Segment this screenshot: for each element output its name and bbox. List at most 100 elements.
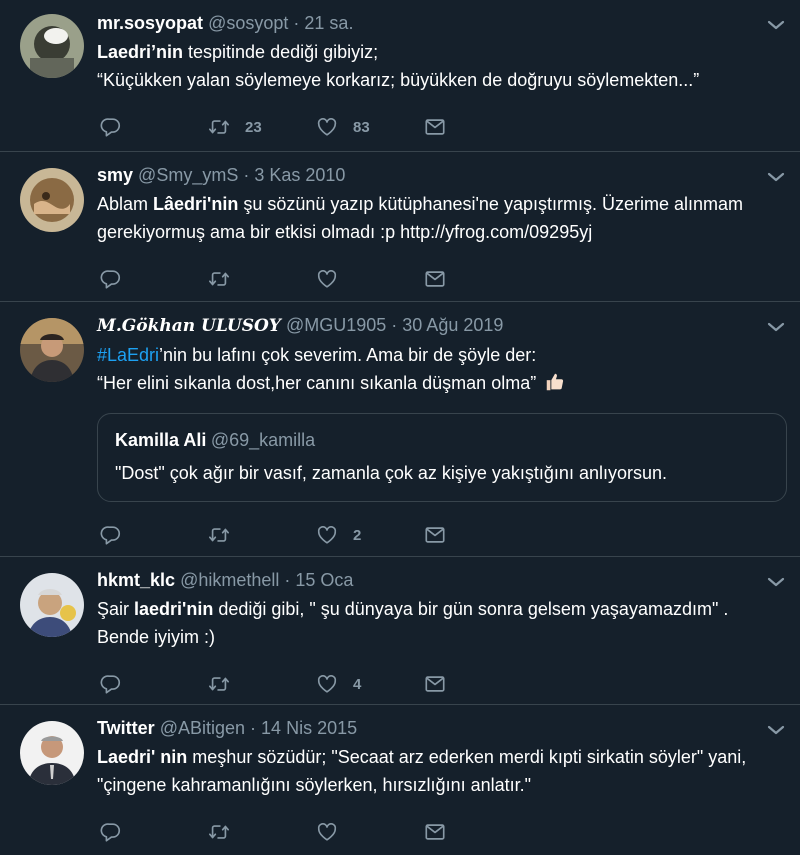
retweet-icon: [208, 116, 230, 138]
reply-button[interactable]: [100, 268, 208, 290]
chevron-down-icon[interactable]: [766, 723, 786, 737]
tweet[interactable]: smy @Smy_ymS · 3 Kas 2010 Ablam Lâedri'n…: [0, 152, 800, 302]
mention-bold: Lâedri'nin: [153, 194, 239, 214]
reply-button[interactable]: [100, 116, 208, 138]
like-icon: [316, 268, 338, 290]
like-button[interactable]: [316, 268, 424, 290]
chevron-down-icon[interactable]: [766, 170, 786, 184]
tweet[interactable]: mr.sosyopat @sosyopt · 21 sa. Laedri’nin…: [0, 0, 800, 152]
message-icon: [424, 673, 446, 695]
retweet-button[interactable]: [208, 673, 316, 695]
tweet-header: mr.sosyopat @sosyopt · 21 sa.: [97, 12, 784, 34]
author-name[interactable]: M.Gökhan ULUSOY: [97, 316, 281, 336]
text-segment: tespitinde dediği gibiyiz;: [183, 42, 379, 62]
text-segment: Bende iyiyim :): [97, 627, 216, 647]
reply-icon: [100, 116, 122, 138]
tweet-text: Ablam Lâedri'nin şu sözünü yazıp kütüpha…: [97, 190, 784, 246]
separator-dot: ·: [391, 315, 398, 335]
avatar[interactable]: [20, 168, 84, 232]
message-button[interactable]: [424, 673, 532, 695]
quoted-text: "Dost" çok ağır bir vasıf, zamanla çok a…: [115, 463, 667, 483]
timestamp[interactable]: 21 sa.: [304, 13, 353, 33]
timestamp[interactable]: 15 Oca: [295, 570, 353, 590]
text-segment: ’nin bu lafını çok severim. Ama bir de ş…: [159, 345, 537, 365]
thumbs-up-icon: [546, 373, 564, 391]
like-button[interactable]: 83: [316, 116, 424, 138]
mention-bold: Laedri' nin: [97, 747, 188, 767]
hashtag-link[interactable]: #LaEdri: [97, 345, 159, 365]
text-segment: Ablam: [97, 194, 154, 214]
author-handle[interactable]: @ABitigen: [160, 718, 245, 738]
timestamp[interactable]: 14 Nis 2015: [261, 718, 357, 738]
retweet-icon: [208, 524, 230, 546]
reply-icon: [100, 524, 122, 546]
separator-dot: ·: [250, 718, 257, 738]
tweet-header: hkmt_klc @hikmethell · 15 Oca: [97, 569, 784, 591]
retweet-icon: [208, 673, 230, 695]
retweet-button[interactable]: [208, 821, 316, 843]
text-segment: Şair: [97, 599, 135, 619]
like-icon: [316, 116, 338, 138]
like-icon: [316, 524, 338, 546]
tweet-actions: 4: [100, 661, 784, 707]
tweet[interactable]: M.Gökhan ULUSOY @MGU1905 · 30 Ağu 2019 #…: [0, 302, 800, 557]
text-segment: meşhur sözüdür; "Secaat arz ederken merd…: [187, 747, 747, 767]
message-button[interactable]: [424, 268, 532, 290]
author-name[interactable]: hkmt_klc: [97, 570, 175, 590]
tweet-header: smy @Smy_ymS · 3 Kas 2010: [97, 164, 784, 186]
mention-bold: laedri'nin: [134, 599, 214, 619]
reply-button[interactable]: [100, 673, 208, 695]
author-handle[interactable]: @hikmethell: [180, 570, 279, 590]
quoted-author-name: Kamilla Ali: [115, 430, 207, 450]
avatar[interactable]: [20, 721, 84, 785]
reply-button[interactable]: [100, 524, 208, 546]
like-button[interactable]: 4: [316, 673, 424, 695]
like-count: 83: [353, 118, 370, 136]
tweet[interactable]: Twitter @ABitigen · 14 Nis 2015 Laedri' …: [0, 705, 800, 849]
retweet-button[interactable]: 23: [208, 116, 316, 138]
message-icon: [424, 524, 446, 546]
author-handle[interactable]: @Smy_ymS: [138, 165, 238, 185]
like-icon: [316, 821, 338, 843]
author-handle[interactable]: @MGU1905: [286, 315, 386, 335]
like-button[interactable]: 2: [316, 524, 424, 546]
retweet-button[interactable]: [208, 524, 316, 546]
tweet-header: Twitter @ABitigen · 14 Nis 2015: [97, 717, 784, 739]
reply-icon: [100, 821, 122, 843]
avatar[interactable]: [20, 14, 84, 78]
avatar[interactable]: [20, 318, 84, 382]
reply-icon: [100, 268, 122, 290]
separator-dot: ·: [243, 165, 250, 185]
reply-icon: [100, 673, 122, 695]
separator-dot: ·: [284, 570, 291, 590]
author-name[interactable]: mr.sosyopat: [97, 13, 203, 33]
retweet-button[interactable]: [208, 268, 316, 290]
text-segment: “Her elini sıkanla dost,her canını sıkan…: [97, 373, 537, 393]
like-count: 4: [353, 675, 362, 693]
tweet-text: Laedri’nin tespitinde dediği gibiyiz; “K…: [97, 38, 784, 94]
timestamp[interactable]: 3 Kas 2010: [254, 165, 345, 185]
timestamp[interactable]: 30 Ağu 2019: [402, 315, 503, 335]
like-button[interactable]: [316, 821, 424, 843]
reply-button[interactable]: [100, 821, 208, 843]
author-name[interactable]: Twitter: [97, 718, 155, 738]
message-icon: [424, 116, 446, 138]
text-segment: “Küçükken yalan söylemeye korkarız; büyü…: [97, 70, 700, 90]
message-button[interactable]: [424, 821, 532, 843]
author-handle[interactable]: @sosyopt: [208, 13, 288, 33]
message-icon: [424, 268, 446, 290]
like-icon: [316, 673, 338, 695]
quoted-tweet[interactable]: Kamilla Ali @69_kamilla "Dost" çok ağır …: [97, 413, 787, 502]
avatar[interactable]: [20, 573, 84, 637]
quoted-author-handle: @69_kamilla: [210, 430, 316, 450]
tweet-actions: [100, 256, 784, 302]
retweet-icon: [208, 268, 230, 290]
chevron-down-icon[interactable]: [766, 18, 786, 32]
chevron-down-icon[interactable]: [766, 320, 786, 334]
message-button[interactable]: [424, 116, 532, 138]
message-button[interactable]: [424, 524, 532, 546]
author-name[interactable]: smy: [97, 165, 133, 185]
tweet-text: Laedri' nin meşhur sözüdür; "Secaat arz …: [97, 743, 784, 799]
chevron-down-icon[interactable]: [766, 575, 786, 589]
tweet[interactable]: hkmt_klc @hikmethell · 15 Oca Şair laedr…: [0, 557, 800, 705]
